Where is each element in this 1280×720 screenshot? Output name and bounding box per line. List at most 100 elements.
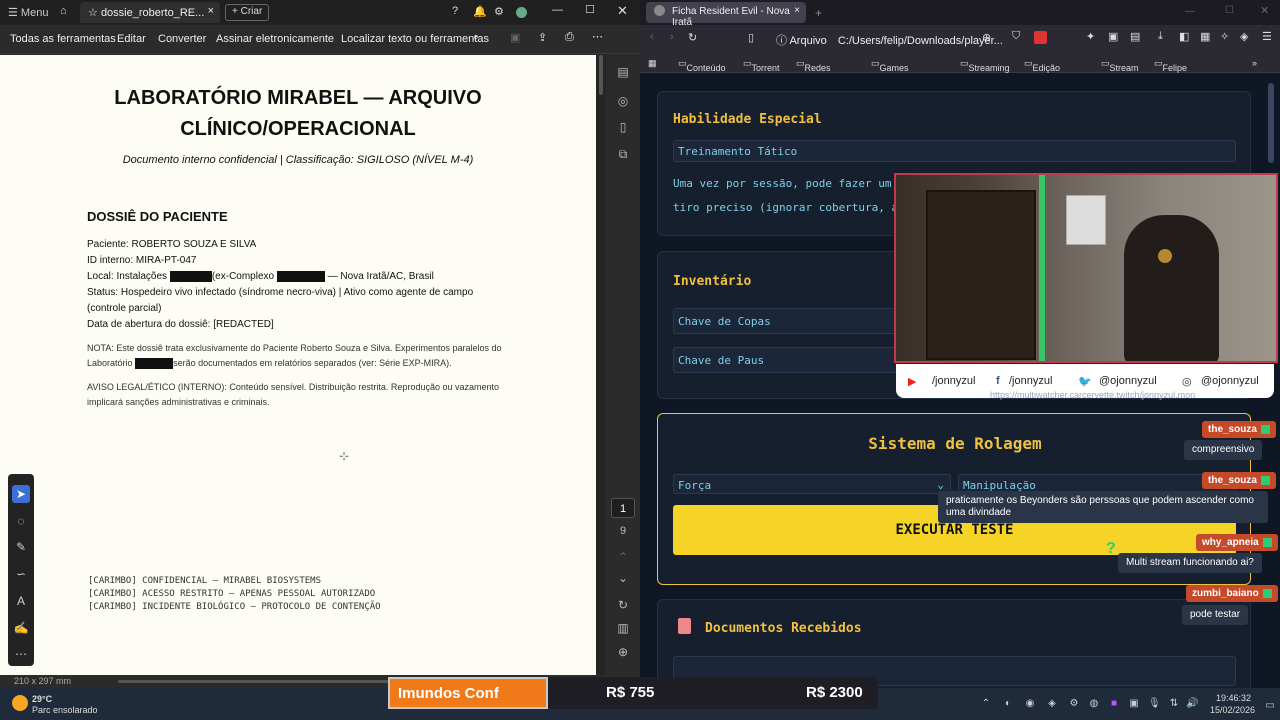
close-tab-icon[interactable]: × bbox=[208, 5, 214, 17]
weather-temp[interactable]: 29°C bbox=[32, 694, 52, 704]
comment-add-icon[interactable]: ◌ bbox=[12, 512, 30, 530]
bookmark-folder[interactable]: ▭ Streaming bbox=[960, 58, 1010, 73]
shield-icon[interactable]: ⛉ bbox=[1012, 30, 1020, 43]
clock-time[interactable]: 19:46:32 bbox=[1216, 693, 1251, 703]
close-tab-icon[interactable]: × bbox=[794, 5, 800, 16]
note-prefix: Laboratório bbox=[87, 358, 133, 368]
print-icon[interactable]: ⎙ bbox=[565, 31, 574, 44]
bookmark-folder[interactable]: ▭ Games e Notícias bbox=[871, 58, 912, 93]
help-icon[interactable]: ? bbox=[452, 5, 458, 17]
local-prefix: Local: Instalações bbox=[87, 271, 168, 282]
tray-app-icon[interactable]: ◍ bbox=[1088, 698, 1100, 710]
wallet-icon[interactable]: ▦ bbox=[1200, 30, 1210, 43]
bell-icon[interactable]: 🔔 bbox=[473, 5, 487, 18]
scroll-thumb[interactable] bbox=[599, 55, 603, 95]
copy-pages-icon[interactable]: ⧉ bbox=[616, 147, 630, 161]
bookmark-icon[interactable]: ▯ bbox=[748, 31, 754, 44]
zoom-in-icon[interactable]: ⊕ bbox=[616, 645, 630, 659]
menu-button[interactable]: ☰ Menu bbox=[8, 6, 48, 19]
leo-ai-icon[interactable]: ✧ bbox=[1220, 30, 1229, 43]
tray-chevron-icon[interactable]: ⌃ bbox=[980, 698, 992, 710]
bookmark-panel-icon[interactable]: ▯ bbox=[616, 120, 630, 134]
back-icon[interactable]: ‹ bbox=[650, 31, 654, 43]
volume-icon[interactable]: 🔊 bbox=[1186, 698, 1198, 710]
pdf-tab[interactable]: ☆ dossie_roberto_RE... × bbox=[80, 2, 220, 23]
settings-icon[interactable]: ⚙ bbox=[494, 5, 504, 18]
bookmark-folder[interactable]: ▭ Felipe bbox=[1154, 58, 1187, 73]
overflow-chevron-icon[interactable]: » bbox=[1252, 58, 1257, 68]
rotate-icon[interactable]: ↻ bbox=[616, 598, 630, 612]
bookmark-folder[interactable]: ▭ Redes sociais bbox=[796, 58, 832, 83]
attribute-select-1[interactable]: Força ⌄ bbox=[673, 474, 951, 494]
home-icon[interactable]: ⌂ bbox=[60, 5, 67, 17]
more-tools-icon[interactable]: ⋯ bbox=[12, 645, 30, 663]
tab-manager-icon[interactable]: ▤ bbox=[1130, 30, 1140, 43]
weather-desc[interactable]: Parc ensolarado bbox=[32, 705, 98, 715]
new-button[interactable]: + Criar bbox=[225, 4, 270, 21]
bookmark-folder[interactable]: ▭ Stream bbox=[1101, 58, 1139, 73]
clock-date[interactable]: 15/02/2026 bbox=[1210, 705, 1255, 715]
text-box-icon[interactable]: A bbox=[12, 592, 30, 610]
vpn-icon[interactable]: ◈ bbox=[1240, 30, 1248, 43]
select-cursor-icon[interactable]: ➤ bbox=[12, 485, 30, 503]
ability-name-field[interactable]: Treinamento Tático bbox=[673, 140, 1236, 162]
comment-icon[interactable]: ▤ bbox=[616, 65, 630, 79]
network-icon[interactable]: ⇅ bbox=[1168, 698, 1180, 710]
browser-tabbar: Ficha Resident Evil - Nova Iratã × + — ☐… bbox=[640, 0, 1280, 28]
edit-button[interactable]: Editar bbox=[117, 33, 146, 45]
maximize-icon[interactable]: ☐ bbox=[585, 3, 595, 16]
minimize-icon[interactable]: — bbox=[1185, 6, 1195, 17]
download-icon[interactable]: ⤓ bbox=[1158, 30, 1163, 43]
notification-icon[interactable]: ▭ bbox=[1264, 700, 1276, 712]
bookmark-folder[interactable]: ▭ Edição Online bbox=[1024, 58, 1060, 83]
avatar[interactable] bbox=[516, 7, 527, 18]
apps-icon[interactable]: ▦ bbox=[648, 58, 657, 69]
chevron-down-icon[interactable]: ⌄ bbox=[616, 571, 630, 585]
search-tools-button[interactable]: Localizar texto ou ferramentas bbox=[341, 33, 489, 45]
draw-icon[interactable]: ∽ bbox=[12, 565, 30, 583]
page-number-input[interactable]: 1 bbox=[611, 498, 635, 518]
zoom-icon[interactable]: ⊕ bbox=[982, 31, 991, 44]
extensions-icon[interactable]: ✦ bbox=[1086, 30, 1095, 43]
more-icon[interactable]: ⋯ bbox=[592, 30, 603, 43]
page-scrollbar[interactable] bbox=[1268, 83, 1274, 163]
new-tab-icon[interactable]: + bbox=[815, 6, 822, 20]
pdf-scrollbar[interactable] bbox=[596, 55, 606, 675]
tray-app-icon[interactable]: ◈ bbox=[1046, 698, 1058, 710]
search-icon[interactable]: ⌕ bbox=[473, 31, 479, 44]
opening-date-line: Data de abertura do dossiê: [REDACTED] bbox=[87, 319, 274, 330]
page-thumbnail-icon[interactable]: ▥ bbox=[616, 621, 630, 635]
main-menu-icon[interactable]: ☰ bbox=[1262, 30, 1272, 43]
convert-button[interactable]: Converter bbox=[158, 33, 206, 45]
share-icon[interactable]: ⇪ bbox=[538, 31, 547, 44]
steam-icon[interactable]: ⚙ bbox=[1068, 698, 1080, 710]
microphone-icon[interactable]: 🎙 bbox=[1148, 698, 1161, 710]
signature-icon[interactable]: ✍ bbox=[12, 619, 30, 637]
address-bar[interactable]: ⓘ Arquivo C:/Users/felip/Downloads/playe… bbox=[770, 29, 1050, 49]
tray-app-icon[interactable]: ◐ bbox=[1002, 698, 1014, 710]
close-window-icon[interactable]: ✕ bbox=[1260, 4, 1269, 17]
bookmark-folder[interactable]: ▭ Conteúdo bbox=[678, 58, 726, 73]
tray-app-icon[interactable]: ◉ bbox=[1024, 698, 1036, 710]
tray-app-icon[interactable]: ▣ bbox=[1128, 698, 1140, 710]
close-window-icon[interactable]: ✕ bbox=[617, 3, 628, 19]
star-icon[interactable]: ☆ bbox=[88, 7, 98, 19]
browser-tab[interactable]: Ficha Resident Evil - Nova Iratã × bbox=[646, 2, 806, 28]
reload-icon[interactable]: ↻ bbox=[688, 31, 697, 44]
minimize-icon[interactable]: — bbox=[552, 4, 563, 16]
forward-icon[interactable]: › bbox=[670, 31, 674, 43]
highlight-pen-icon[interactable]: ✎ bbox=[12, 538, 30, 556]
ai-assistant-icon[interactable]: ◎ bbox=[616, 94, 630, 108]
sidebar-icon[interactable]: ◧ bbox=[1179, 30, 1189, 43]
chevron-up-icon[interactable]: ⌃ bbox=[616, 550, 630, 564]
bookmarks-bar: ▦ ▭ Conteúdo ▭ Torrent ▭ Redes sociais ▭… bbox=[640, 53, 1280, 93]
tray-app-icon[interactable]: ■ bbox=[1108, 698, 1120, 710]
chat-message: compreensivo bbox=[1184, 440, 1263, 460]
maximize-icon[interactable]: ☐ bbox=[1225, 5, 1234, 16]
screenshot-icon[interactable]: ▣ bbox=[1108, 30, 1118, 43]
document-icon bbox=[678, 618, 691, 634]
brave-rewards-icon[interactable] bbox=[1034, 31, 1047, 44]
sign-button[interactable]: Assinar eletronicamente bbox=[216, 33, 334, 45]
bookmark-folder[interactable]: ▭ Torrent bbox=[743, 58, 780, 73]
all-tools-button[interactable]: Todas as ferramentas bbox=[10, 33, 116, 45]
